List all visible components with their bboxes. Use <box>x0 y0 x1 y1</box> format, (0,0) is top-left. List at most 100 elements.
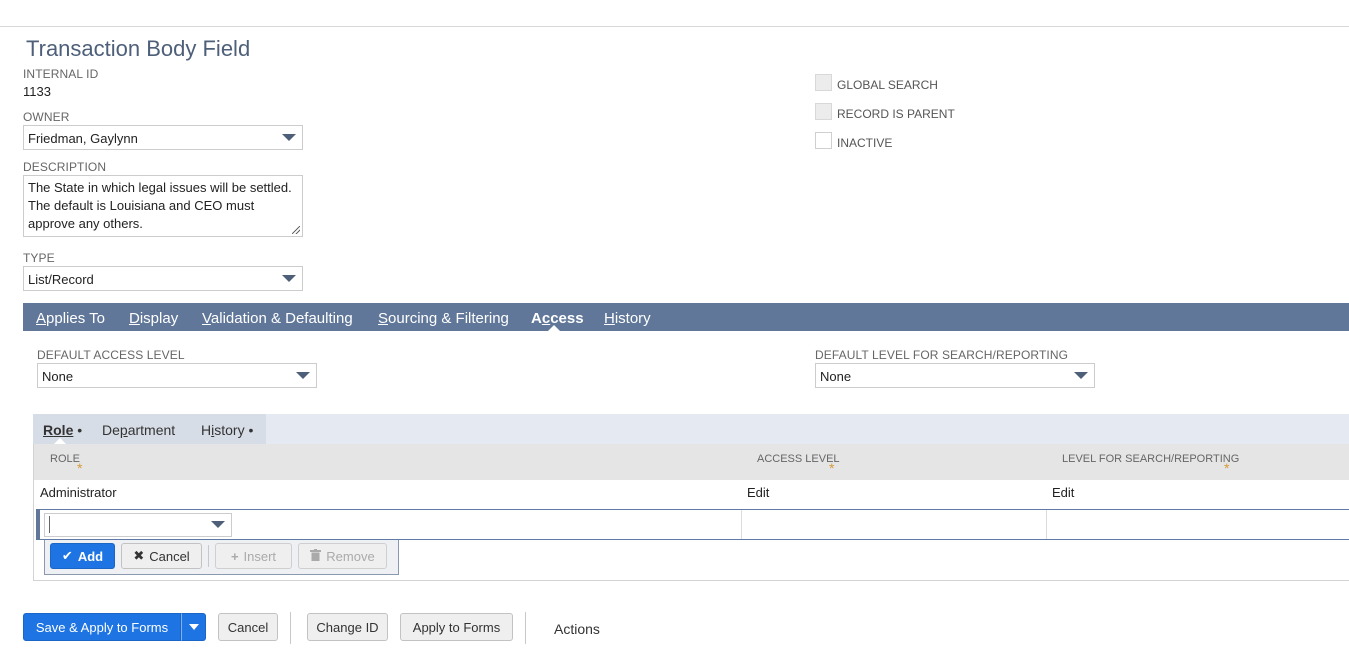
cancel-button-label: Cancel <box>149 548 190 564</box>
active-tab-indicator <box>548 325 560 331</box>
tab-label: pplies To <box>46 310 105 327</box>
check-icon: ✔ <box>61 548 73 563</box>
subtab-label: ole <box>53 422 74 438</box>
save-apply-label: Save & Apply to Forms <box>35 619 169 635</box>
inactive-label: INACTIVE <box>837 136 893 150</box>
tab-label: A <box>531 310 542 327</box>
subtab-label-mnemonic: R <box>43 422 54 438</box>
tab-label-mnemonic: H <box>604 310 615 327</box>
chevron-down-icon <box>282 275 296 282</box>
required-star-icon: * <box>829 460 835 476</box>
cancel-label: Cancel <box>227 619 269 635</box>
chevron-down-icon <box>1074 372 1088 379</box>
inactive-checkbox[interactable] <box>815 132 832 149</box>
type-label: TYPE <box>23 251 55 265</box>
subtab-label: H <box>201 422 212 438</box>
tab-label: alidation & Defaulting <box>210 310 353 327</box>
subtab-history[interactable]: History • <box>201 422 253 438</box>
default-access-label: DEFAULT ACCESS LEVEL <box>37 348 185 362</box>
owner-select-value: Friedman, Gaylynn <box>28 131 138 146</box>
text-cursor <box>49 516 50 533</box>
description-textarea[interactable]: The State in which legal issues will be … <box>23 175 303 237</box>
page-title: Transaction Body Field <box>26 36 251 61</box>
footer-separator <box>525 612 526 644</box>
subtab-dot: • <box>73 422 83 438</box>
column-header-access-level[interactable]: ACCESS LEVEL <box>757 453 840 465</box>
tab-label-mnemonic: A <box>36 310 47 327</box>
change-id-button[interactable]: Change ID <box>307 613 388 641</box>
owner-label: OWNER <box>23 110 70 124</box>
default-access-select[interactable]: None <box>37 363 317 388</box>
row-role-cell[interactable]: Administrator <box>40 485 117 500</box>
add-button-label: Add <box>77 548 104 564</box>
row-access-cell[interactable]: Edit <box>747 485 769 500</box>
top-divider <box>0 26 1349 27</box>
subtab-department[interactable]: Department <box>102 422 175 438</box>
chevron-down-icon <box>296 372 310 379</box>
apply-to-forms-button[interactable]: Apply to Forms <box>400 613 513 641</box>
add-button[interactable]: ✔ Add <box>50 543 115 569</box>
internal-id-value: 1133 <box>23 84 51 99</box>
description-text: The State in which legal issues will be … <box>28 180 292 231</box>
apply-to-forms-label: Apply to Forms <box>412 619 501 635</box>
edit-access-cell[interactable] <box>741 510 1046 539</box>
description-label: DESCRIPTION <box>23 160 107 174</box>
owner-select[interactable]: Friedman, Gaylynn <box>23 125 303 150</box>
trash-icon <box>310 548 322 564</box>
global-search-label: GLOBAL SEARCH <box>837 78 938 92</box>
chevron-down-icon <box>282 134 296 141</box>
resize-handle-icon[interactable] <box>292 226 300 234</box>
default-access-value: None <box>42 369 74 384</box>
chevron-down-icon <box>188 624 199 630</box>
insert-button-label: Insert <box>243 548 277 564</box>
change-id-label: Change ID <box>316 619 379 635</box>
row-search-cell[interactable]: Edit <box>1052 485 1074 500</box>
tab-label: ourcing & Filtering <box>388 310 509 327</box>
subtab-dot: • <box>244 422 254 438</box>
subtab-label: artment <box>127 422 176 438</box>
tab-label: istory <box>614 310 651 327</box>
subtab-role[interactable]: Role • <box>43 422 82 438</box>
save-apply-button[interactable]: Save & Apply to Forms <box>23 613 181 641</box>
line-cancel-button[interactable]: ✖ Cancel <box>121 543 202 569</box>
default-search-label: DEFAULT LEVEL FOR SEARCH/REPORTING <box>815 348 1069 362</box>
button-separator <box>208 545 209 567</box>
tab-validation-defaulting[interactable]: Validation & Defaulting <box>202 310 353 327</box>
tab-display[interactable]: Display <box>129 310 178 327</box>
tab-sourcing-filtering[interactable]: Sourcing & Filtering <box>378 310 509 327</box>
record-is-parent-checkbox[interactable] <box>815 103 832 120</box>
remove-button[interactable]: Remove <box>298 543 387 569</box>
chevron-down-icon <box>211 521 225 528</box>
type-select[interactable]: List/Record <box>23 266 303 291</box>
plus-icon: + <box>230 548 239 564</box>
close-icon: ✖ <box>133 548 145 563</box>
subtab-label: De <box>102 422 120 438</box>
default-search-value: None <box>820 369 852 384</box>
internal-id-label: INTERNAL ID <box>23 67 99 81</box>
save-options-dropdown[interactable] <box>181 613 206 641</box>
tab-label: isplay <box>139 310 179 327</box>
actions-menu[interactable]: Actions <box>554 621 600 637</box>
footer-separator <box>290 612 291 644</box>
default-search-select[interactable]: None <box>815 363 1095 388</box>
subtab-label-mnemonic: p <box>119 422 128 438</box>
remove-button-label: Remove <box>326 548 375 564</box>
cancel-button[interactable]: Cancel <box>218 613 278 641</box>
tab-history[interactable]: History <box>604 310 651 327</box>
role-select-input[interactable] <box>44 513 232 537</box>
tab-applies-to[interactable]: Applies To <box>36 310 105 327</box>
type-select-value: List/Record <box>28 272 94 287</box>
edit-row-marker <box>36 509 40 540</box>
insert-button[interactable]: + Insert <box>215 543 292 569</box>
tab-label-mnemonic: S <box>378 310 389 327</box>
main-tab-bar: Applies To Display Validation & Defaulti… <box>23 303 1349 331</box>
edit-search-cell[interactable] <box>1046 510 1349 539</box>
tab-label-mnemonic: V <box>202 310 211 327</box>
required-star-icon: * <box>1224 460 1230 476</box>
tab-label-mnemonic: D <box>129 310 140 327</box>
record-is-parent-label: RECORD IS PARENT <box>837 107 955 121</box>
subtab-label: story <box>214 422 245 438</box>
column-header-role[interactable]: ROLE <box>50 453 80 465</box>
global-search-checkbox[interactable] <box>815 74 832 91</box>
column-header-search-level[interactable]: LEVEL FOR SEARCH/REPORTING <box>1062 453 1239 465</box>
